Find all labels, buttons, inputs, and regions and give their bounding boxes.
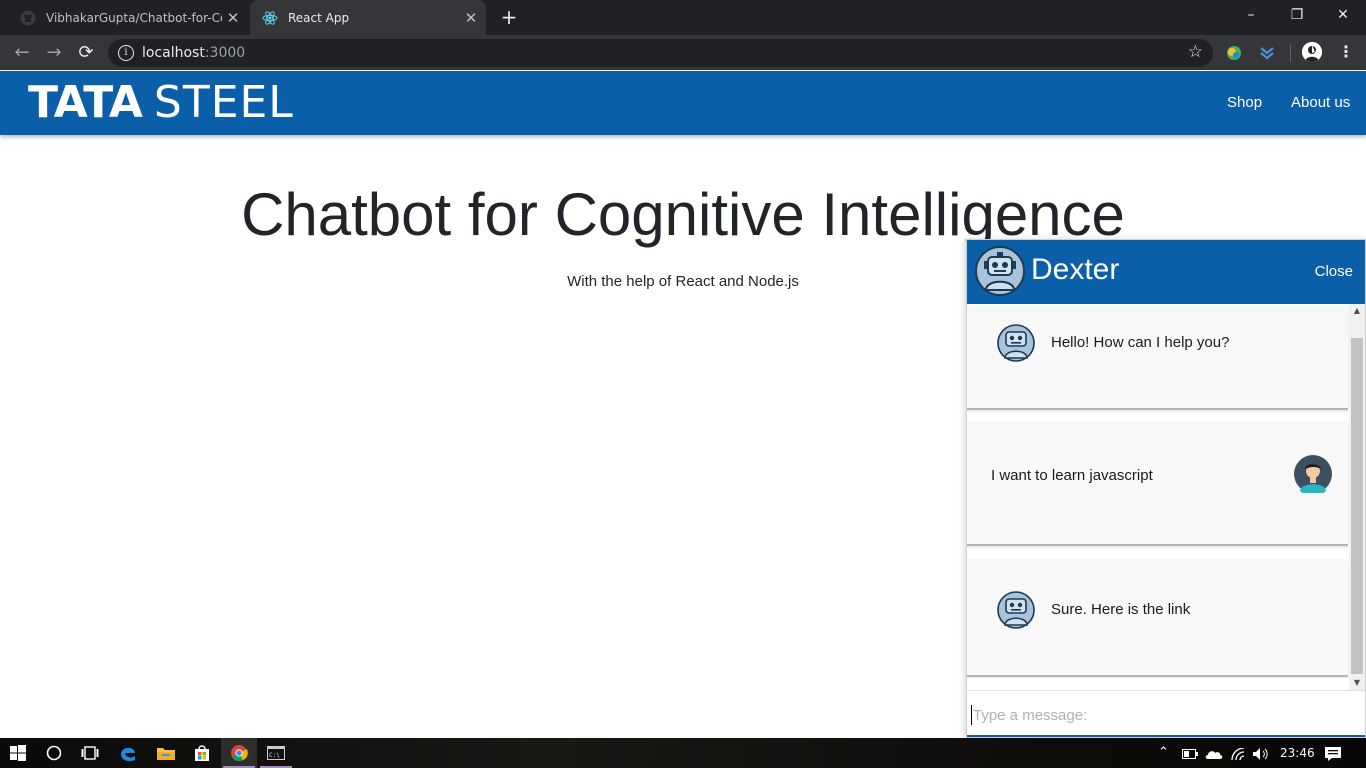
battery-icon[interactable] (1182, 738, 1198, 768)
user-avatar-icon (1294, 455, 1332, 493)
tab-title: VibhakarGupta/Chatbot-for-Cog (46, 10, 222, 25)
chrome-icon[interactable] (221, 738, 257, 768)
nav-about-link[interactable]: About us (1291, 94, 1350, 111)
chat-message-text: Sure. Here is the link (1051, 601, 1191, 618)
chat-message-user: I want to learn javascript (967, 422, 1348, 546)
robot-avatar-icon (997, 591, 1035, 629)
file-explorer-icon[interactable] (148, 738, 184, 768)
site-info-icon[interactable]: i (118, 45, 134, 61)
windows-taskbar: C:\ ⌃ 23:46 (0, 738, 1366, 768)
browser-tab-github[interactable]: VibhakarGupta/Chatbot-for-Cog ✕ (8, 0, 248, 35)
address-bar[interactable]: i localhost:3000 ☆ (108, 39, 1213, 67)
app-header: TATA STEEL Shop About us (0, 71, 1366, 135)
scroll-up-icon[interactable]: ▲ (1349, 304, 1365, 318)
robot-avatar-icon (997, 324, 1035, 362)
chat-messages: Hello! How can I help you? I want to lea… (967, 304, 1365, 678)
profile-avatar[interactable] (1302, 42, 1322, 62)
extension-chevrons-icon[interactable] (1258, 44, 1276, 62)
chat-message-bot: Sure. Here is the link (967, 559, 1348, 677)
bookmark-star-icon[interactable]: ☆ (1188, 42, 1203, 62)
command-prompt-icon[interactable]: C:\ (258, 738, 294, 768)
reload-icon[interactable]: ⟳ (73, 40, 99, 66)
restore-button[interactable]: ❐ (1274, 0, 1320, 30)
windows-start-icon[interactable] (0, 738, 36, 768)
browser-tab-react-app[interactable]: React App ✕ (250, 0, 486, 35)
svg-text:C:\: C:\ (269, 752, 280, 759)
scroll-down-icon[interactable]: ▼ (1349, 676, 1365, 690)
clock[interactable]: 23:46 (1280, 738, 1315, 768)
chat-message-text: Hello! How can I help you? (1051, 334, 1230, 351)
message-input[interactable] (971, 701, 1351, 729)
volume-icon[interactable] (1253, 738, 1271, 768)
url-text[interactable]: localhost:3000 (142, 45, 245, 61)
github-icon (20, 10, 36, 26)
chat-header: Dexter Close (967, 240, 1365, 304)
onedrive-icon[interactable] (1205, 738, 1223, 768)
chat-input-area (967, 690, 1365, 737)
chat-scrollbar[interactable]: ▲ ▼ (1349, 304, 1365, 690)
nav-shop-link[interactable]: Shop (1227, 94, 1262, 111)
browser-tab-strip: VibhakarGupta/Chatbot-for-Cog ✕ React Ap… (0, 0, 1366, 35)
store-icon[interactable] (184, 738, 220, 768)
task-view-icon[interactable] (72, 738, 108, 768)
scrollbar-thumb[interactable] (1351, 338, 1363, 674)
window-close-button[interactable]: ✕ (1320, 0, 1366, 30)
toolbar-divider (1290, 44, 1291, 62)
chat-message-bot: Hello! How can I help you? (967, 306, 1348, 410)
wifi-icon[interactable] (1231, 738, 1247, 768)
chat-bot-name: Dexter (1031, 253, 1120, 286)
back-icon[interactable]: ← (9, 40, 35, 66)
edge-browser-icon[interactable] (110, 738, 146, 768)
tab-close-icon[interactable]: ✕ (222, 9, 244, 27)
forward-icon[interactable]: → (41, 40, 67, 66)
tata-steel-logo[interactable]: TATA STEEL (28, 79, 294, 127)
extension-icon[interactable] (1225, 44, 1243, 62)
action-center-icon[interactable] (1324, 738, 1342, 768)
search-icon[interactable] (36, 738, 72, 768)
browser-menu-icon[interactable]: ⋮ (1338, 42, 1354, 62)
chat-message-text: I want to learn javascript (991, 467, 1153, 484)
minimize-button[interactable]: – (1228, 0, 1274, 30)
show-hidden-icons-icon[interactable]: ⌃ (1158, 738, 1169, 768)
tab-close-icon[interactable]: ✕ (460, 9, 482, 27)
browser-toolbar: ← → ⟳ i localhost:3000 ☆ ⋮ (0, 35, 1366, 70)
new-tab-button[interactable]: + (498, 6, 520, 28)
chat-widget: Dexter Close Hello! How can I help you? … (966, 239, 1366, 738)
react-icon (262, 10, 278, 26)
chat-close-button[interactable]: Close (1315, 263, 1353, 280)
robot-avatar-icon (975, 246, 1025, 296)
tab-title: React App (288, 10, 350, 25)
